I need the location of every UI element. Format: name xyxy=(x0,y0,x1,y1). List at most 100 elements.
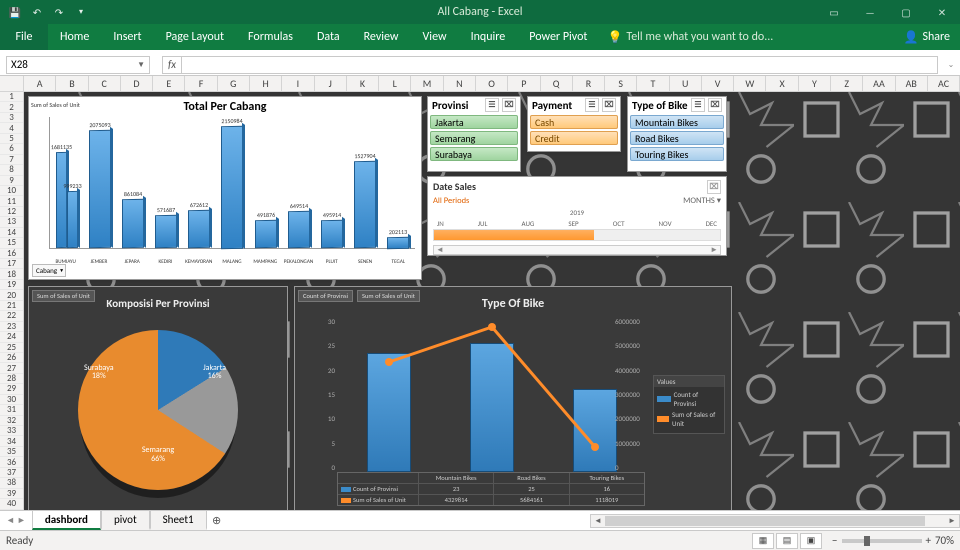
status-ready: Ready xyxy=(6,534,33,547)
slicer-item[interactable]: Road Bikes xyxy=(630,131,724,145)
new-sheet-button[interactable]: ⊕ xyxy=(207,514,227,527)
maximize-icon[interactable]: ▢ xyxy=(888,0,924,24)
column-header[interactable]: I xyxy=(282,76,314,91)
column-header[interactable]: M xyxy=(411,76,443,91)
column-header[interactable]: Q xyxy=(541,76,573,91)
column-header[interactable]: W xyxy=(734,76,766,91)
ribbon-tab-review[interactable]: Review xyxy=(352,24,411,50)
pie-label-jakarta: Jakarta16% xyxy=(203,364,226,382)
ribbon-tab-page-layout[interactable]: Page Layout xyxy=(154,24,236,50)
chart-total-per-cabang[interactable]: Sum of Sales of Unit Total Per Cabang 16… xyxy=(28,96,422,280)
qat-redo-icon[interactable]: ↷ xyxy=(50,3,68,21)
file-tab[interactable]: File xyxy=(0,24,48,50)
tell-me-input[interactable]: 💡 Tell me what you want to do... xyxy=(599,24,781,50)
tab-nav-first-icon[interactable]: ◄ xyxy=(6,515,15,526)
timeline-date-sales[interactable]: Date Sales⌧ All PeriodsMONTHS ▾ 2019 JNJ… xyxy=(427,176,727,256)
slicer-item[interactable]: Mountain Bikes xyxy=(630,115,724,129)
ribbon-tab-view[interactable]: View xyxy=(411,24,459,50)
formula-input[interactable] xyxy=(182,56,938,74)
window-title: All Cabang - Excel xyxy=(437,5,522,19)
chart-komposisi-provinsi[interactable]: Sum of Sales of Unit Komposisi Per Provi… xyxy=(28,286,288,510)
qat-undo-icon[interactable]: ↶ xyxy=(28,3,46,21)
column-header[interactable]: AA xyxy=(863,76,895,91)
clear-filter-icon[interactable]: ⌧ xyxy=(502,98,516,112)
qat-customize-icon[interactable]: ▾ xyxy=(72,3,90,21)
view-pagebreak-icon[interactable]: ▣ xyxy=(800,533,822,549)
minimize-icon[interactable]: — xyxy=(852,0,888,24)
column-header[interactable]: U xyxy=(670,76,702,91)
slicer-item[interactable]: Semarang xyxy=(430,131,518,145)
worksheet-canvas[interactable]: Sum of Sales of Unit Total Per Cabang 16… xyxy=(24,92,960,510)
column-header[interactable]: Y xyxy=(799,76,831,91)
clear-filter-icon[interactable]: ⌧ xyxy=(708,98,722,112)
column-header[interactable]: P xyxy=(508,76,540,91)
clear-filter-icon[interactable]: ⌧ xyxy=(707,180,721,194)
row-header[interactable]: 40 xyxy=(0,499,23,509)
name-box[interactable]: X28▼ xyxy=(6,56,150,74)
column-header[interactable]: AB xyxy=(896,76,928,91)
column-header[interactable]: Z xyxy=(831,76,863,91)
expand-formula-icon[interactable]: ⌄ xyxy=(942,56,960,74)
slicer-item[interactable]: Credit xyxy=(530,131,618,145)
chart1-filter[interactable]: Cabang xyxy=(32,264,66,277)
horizontal-scrollbar[interactable]: ◄► xyxy=(590,514,960,528)
slicer-item[interactable]: Touring Bikes xyxy=(630,147,724,161)
sheet-tab-sheet1[interactable]: Sheet1 xyxy=(150,511,207,530)
column-header[interactable]: K xyxy=(347,76,379,91)
ribbon-tab-inquire[interactable]: Inquire xyxy=(459,24,518,50)
column-header[interactable]: N xyxy=(444,76,476,91)
multiselect-icon[interactable]: ☰ xyxy=(585,98,599,112)
column-header[interactable]: E xyxy=(153,76,185,91)
slicer-item[interactable]: Jakarta xyxy=(430,115,518,129)
column-header[interactable]: AC xyxy=(928,76,960,91)
column-header[interactable]: X xyxy=(766,76,798,91)
chart-type-of-bike[interactable]: Count of Provinsi Sum of Sales of Unit T… xyxy=(294,286,732,510)
zoom-out-button[interactable]: − xyxy=(832,534,837,547)
column-header[interactable]: D xyxy=(121,76,153,91)
column-header[interactable]: C xyxy=(89,76,121,91)
column-header[interactable]: T xyxy=(637,76,669,91)
share-button[interactable]: 👤 Share xyxy=(893,24,960,50)
ribbon-tab-insert[interactable]: Insert xyxy=(101,24,153,50)
view-pagelayout-icon[interactable]: ▤ xyxy=(776,533,798,549)
slicer-item[interactable]: Cash xyxy=(530,115,618,129)
column-header[interactable]: H xyxy=(250,76,282,91)
zoom-slider[interactable] xyxy=(842,539,922,543)
sheet-tab-dashbord[interactable]: dashbord xyxy=(32,511,101,530)
column-header[interactable]: F xyxy=(185,76,217,91)
slicer-provinsi[interactable]: Provinsi☰⌧ JakartaSemarangSurabaya xyxy=(427,96,521,172)
column-header[interactable]: O xyxy=(476,76,508,91)
zoom-in-button[interactable]: + xyxy=(926,534,931,547)
ribbon-tab-data[interactable]: Data xyxy=(305,24,352,50)
multiselect-icon[interactable]: ☰ xyxy=(485,98,499,112)
clear-filter-icon[interactable]: ⌧ xyxy=(602,98,616,112)
column-header[interactable]: J xyxy=(315,76,347,91)
column-header[interactable]: B xyxy=(56,76,88,91)
timeline-period-dropdown[interactable]: MONTHS ▾ xyxy=(683,196,721,206)
column-header[interactable]: L xyxy=(379,76,411,91)
column-header[interactable]: S xyxy=(605,76,637,91)
slicer-payment[interactable]: Payment☰⌧ CashCredit xyxy=(527,96,621,152)
column-header[interactable]: G xyxy=(218,76,250,91)
timeline-track[interactable] xyxy=(433,229,721,241)
pie-label-semarang: Semarang66% xyxy=(142,446,174,464)
tab-nav-last-icon[interactable]: ► xyxy=(17,515,26,526)
column-header[interactable]: R xyxy=(573,76,605,91)
column-header[interactable]: V xyxy=(702,76,734,91)
slicer-item[interactable]: Surabaya xyxy=(430,147,518,161)
slicer-type-of-bike[interactable]: Type of Bike☰⌧ Mountain BikesRoad BikesT… xyxy=(627,96,727,172)
ribbon-options-icon[interactable]: ▭ xyxy=(816,0,852,24)
column-header[interactable]: A xyxy=(24,76,56,91)
chevron-down-icon[interactable]: ▼ xyxy=(137,60,145,70)
fx-button[interactable]: fx xyxy=(162,56,182,74)
multiselect-icon[interactable]: ☰ xyxy=(691,98,705,112)
ribbon-tab-home[interactable]: Home xyxy=(48,24,101,50)
ribbon-tab-power-pivot[interactable]: Power Pivot xyxy=(517,24,599,50)
sheet-tab-pivot[interactable]: pivot xyxy=(101,511,150,530)
select-all-corner[interactable] xyxy=(0,76,24,91)
qat-save-icon[interactable]: 💾 xyxy=(6,3,24,21)
timeline-scrollbar[interactable] xyxy=(433,245,721,255)
ribbon-tab-formulas[interactable]: Formulas xyxy=(236,24,305,50)
close-icon[interactable]: ✕ xyxy=(924,0,960,24)
view-normal-icon[interactable]: ▦ xyxy=(752,533,774,549)
